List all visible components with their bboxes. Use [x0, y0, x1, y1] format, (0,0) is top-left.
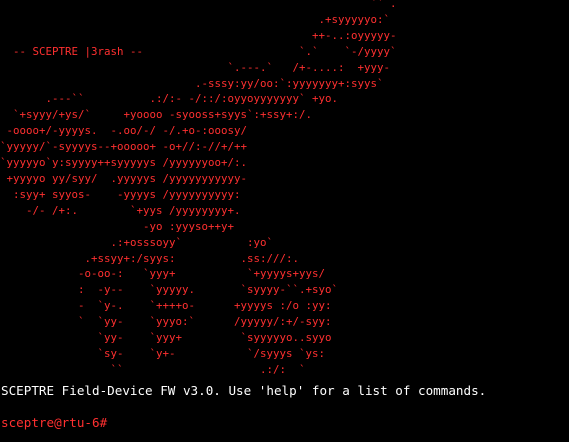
ascii-art-line: .+ssyy+:/syys: .ss:///:. [0, 251, 300, 265]
ascii-art-line: -/- /+:. `+yys /yyyyyyyy+. [0, 203, 241, 217]
ascii-art-line: ` `yy- `yyyo:` /yyyyy/:+/-syy: [0, 315, 332, 329]
ascii-art-line: `yyyyyo`y:syyyy++syyyyys /yyyyyyoo+/:. [0, 156, 248, 170]
ascii-art-line: `yyyyy/`-syyyys--+ooooo+ -o+//:-//+/++ [0, 140, 248, 154]
shell-prompt: sceptre@rtu-6# [1, 415, 108, 430]
ascii-art-line: +yyyyo yy/syy/ .yyyyys /yyyyyyyyyyy- [0, 171, 248, 185]
ascii-art-line: .:+osssoyy` :yo` [0, 235, 274, 249]
ascii-art-line: `+syyy/+ys/` +yoooo -syooss+syys`:+ssy+:… [0, 108, 313, 122]
ascii-art-line: .-sssy:yy/oo:`:yyyyyyy+:syys` [0, 76, 384, 90]
ascii-art-line: -yo :yyyso++y+ [0, 219, 235, 233]
ascii-art-line: `` .:/: ` [0, 362, 306, 376]
command-prompt-line: sceptre@rtu-6# [1, 415, 512, 431]
ascii-art-logo: `` . .+syyyyyo:` ++-..:oyyyyy- -- SCEPTR… [0, 0, 397, 378]
ascii-art-line: `sy- `y+- `/syyys `ys: [0, 346, 326, 360]
ascii-art-line: : -y-- `yyyyy. `syyyy-``.+syo` [0, 283, 339, 297]
ascii-art-line: :syy+ syyos- -yyyys /yyyyyyyyyy: [0, 187, 241, 201]
ascii-art-line: - `y-. `++++o- +yyyys :/o :yy: [0, 299, 332, 313]
ascii-art-line: .+syyyyyo:` [0, 12, 391, 26]
terminal-window[interactable]: `` . .+syyyyyo:` ++-..:oyyyyy- -- SCEPTR… [0, 0, 569, 442]
ascii-art-line: -- SCEPTRE |3rash -- `.` `-/yyyy` [0, 44, 397, 58]
command-input[interactable] [111, 415, 512, 431]
ascii-art-line: `` . [0, 0, 397, 10]
ascii-art-line: ++-..:oyyyyy- [0, 28, 397, 42]
ascii-art-line: `.---.` /+-....: +yyy- [0, 60, 391, 74]
firmware-banner: SCEPTRE Field-Device FW v3.0. Use 'help'… [1, 383, 487, 398]
ascii-art-line: `yy- `yyy+ `syyyyyo..syyo [0, 331, 332, 345]
ascii-art-line: .---`` .:/:- -/::/:oyyoyyyyyyy` +yo. [0, 92, 339, 106]
ascii-art-line: -oooo+/-yyyys. -.oo/-/ -/.+o-:ooosy/ [0, 124, 248, 138]
ascii-art-line: -o-oo-: `yyy+ `+yyyys+yys/ [0, 267, 326, 281]
